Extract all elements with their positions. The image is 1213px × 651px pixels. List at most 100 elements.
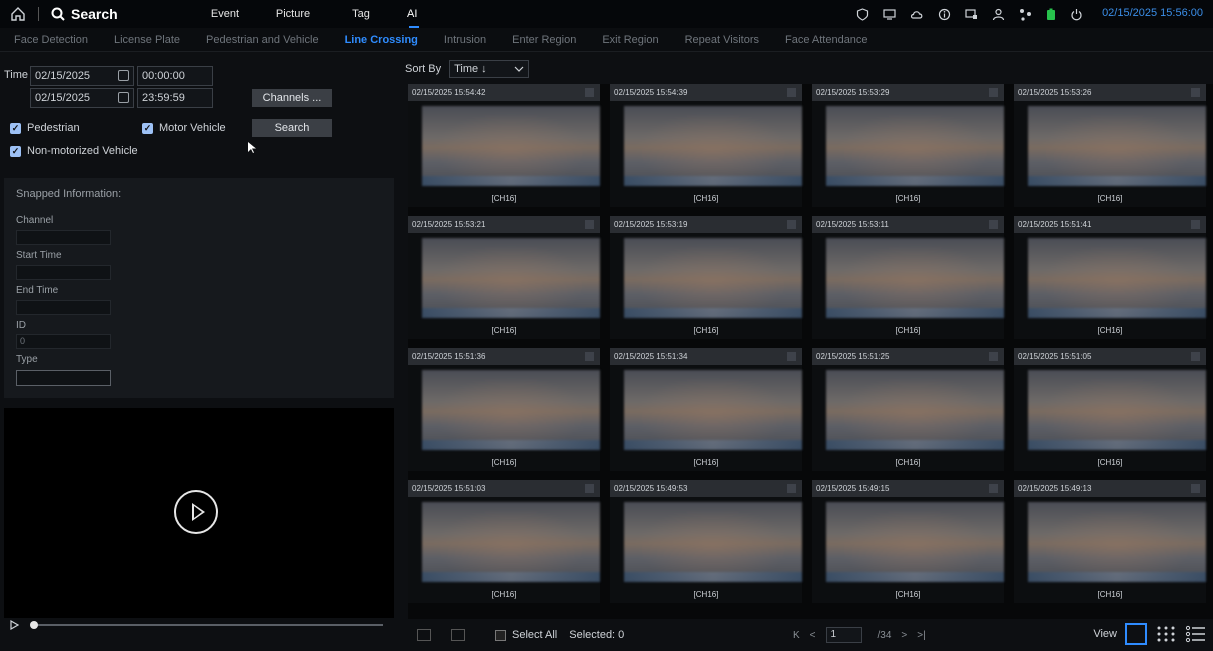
tab-picture[interactable]: Picture [259,8,327,20]
snapshot-card[interactable]: 02/15/2025 15:51:03 [CH16] [408,480,600,603]
snapshot-card[interactable]: 02/15/2025 15:53:21 [CH16] [408,216,600,339]
snapshot-card[interactable]: 02/15/2025 15:54:42 [CH16] [408,84,600,207]
info-icon[interactable] [938,8,951,21]
calendar-icon[interactable] [118,92,129,103]
play-icon[interactable] [174,490,218,534]
snapshot-image[interactable] [422,370,600,450]
snapshot-image[interactable] [826,502,1004,582]
snapshot-checkbox[interactable] [1191,88,1200,97]
snapshot-card[interactable]: 02/15/2025 15:49:53 [CH16] [610,480,802,603]
tab-face-detection[interactable]: Face Detection [14,34,88,46]
snapshot-image[interactable] [1028,106,1206,186]
view-grid-large-icon[interactable] [1125,623,1147,645]
snapshot-card[interactable]: 02/15/2025 15:54:39 [CH16] [610,84,802,207]
last-page-icon[interactable]: >| [917,630,925,641]
snapshot-image[interactable] [826,106,1004,186]
snapshot-card[interactable]: 02/15/2025 15:51:25 [CH16] [812,348,1004,471]
snapshot-image[interactable] [422,502,600,582]
non-motorized-checkbox[interactable]: ✓ Non-motorized Vehicle [10,145,138,157]
snapshot-checkbox[interactable] [585,484,594,493]
monitor-icon[interactable] [883,8,896,21]
end-time-field[interactable]: 23:59:59 [137,88,213,108]
network-icon[interactable] [1019,8,1032,21]
start-time-field[interactable]: 00:00:00 [137,66,213,86]
snapshot-card[interactable]: 02/15/2025 15:53:29 [CH16] [812,84,1004,207]
snapshot-image[interactable] [624,370,802,450]
snapshot-card[interactable]: 02/15/2025 15:53:11 [CH16] [812,216,1004,339]
first-page-icon[interactable]: K [793,630,800,641]
display-icon[interactable] [965,8,978,21]
snapshot-checkbox[interactable] [989,220,998,229]
snapshot-card[interactable]: 02/15/2025 15:51:36 [CH16] [408,348,600,471]
snapshot-card[interactable]: 02/15/2025 15:51:41 [CH16] [1014,216,1206,339]
tab-event[interactable]: Event [191,8,259,20]
snapshot-checkbox[interactable] [585,220,594,229]
snapshot-card[interactable]: 02/15/2025 15:51:05 [CH16] [1014,348,1206,471]
tab-pedestrian-vehicle[interactable]: Pedestrian and Vehicle [206,34,319,46]
view-grid-small-icon[interactable] [1155,623,1177,645]
snapshot-image[interactable] [422,238,600,318]
snapshot-checkbox[interactable] [787,352,796,361]
snapshot-checkbox[interactable] [787,484,796,493]
tab-license-plate[interactable]: License Plate [114,34,180,46]
search-button[interactable]: Search [252,119,332,137]
snapshot-checkbox[interactable] [989,88,998,97]
snapshot-card[interactable]: 02/15/2025 15:53:26 [CH16] [1014,84,1206,207]
snapshot-image[interactable] [1028,238,1206,318]
save-icon[interactable] [451,629,465,641]
snapshot-checkbox[interactable] [787,220,796,229]
play-small-icon[interactable] [10,620,19,630]
channels-button[interactable]: Channels ... [252,89,332,107]
snapshot-image[interactable] [1028,370,1206,450]
snapshot-checkbox[interactable] [1191,484,1200,493]
snapshot-image[interactable] [826,238,1004,318]
tab-line-crossing[interactable]: Line Crossing [345,34,418,46]
snapshot-image[interactable] [422,106,600,186]
snapshot-image[interactable] [1028,502,1206,582]
tab-ai[interactable]: AI [407,8,437,28]
snapshot-card[interactable]: 02/15/2025 15:51:34 [CH16] [610,348,802,471]
snapshot-card[interactable]: 02/15/2025 15:53:19 [CH16] [610,216,802,339]
snapshot-checkbox[interactable] [989,352,998,361]
motor-vehicle-checkbox[interactable]: ✓ Motor Vehicle [142,122,226,134]
home-button[interactable] [4,0,32,28]
prev-page-icon[interactable]: < [810,630,816,641]
snapshot-checkbox[interactable] [989,484,998,493]
calendar-icon[interactable] [118,70,129,81]
start-date-field[interactable]: 02/15/2025 [30,66,134,86]
next-page-icon[interactable]: > [901,630,907,641]
tab-enter-region[interactable]: Enter Region [512,34,576,46]
tab-repeat-visitors[interactable]: Repeat Visitors [685,34,759,46]
snapshot-card[interactable]: 02/15/2025 15:49:13 [CH16] [1014,480,1206,603]
video-player[interactable] [4,408,394,618]
cloud-icon[interactable] [910,8,924,21]
end-time-label: End Time [16,285,59,296]
end-date-field[interactable]: 02/15/2025 [30,88,134,108]
tab-face-attendance[interactable]: Face Attendance [785,34,868,46]
snapshot-checkbox[interactable] [1191,220,1200,229]
power-icon[interactable] [1070,8,1083,21]
sort-select[interactable]: Time ↓ [449,60,530,78]
snapshot-image[interactable] [624,238,802,318]
page-input[interactable]: 1 [825,627,862,643]
snapshot-checkbox[interactable] [585,352,594,361]
select-all-checkbox[interactable]: Select All [495,629,557,641]
timestamp-text: 02/15/2025 15:51:36 [412,352,486,361]
view-list-icon[interactable] [1185,623,1207,645]
tab-exit-region[interactable]: Exit Region [602,34,658,46]
snapshot-card[interactable]: 02/15/2025 15:49:15 [CH16] [812,480,1004,603]
snapshot-checkbox[interactable] [787,88,796,97]
snapshot-image[interactable] [624,106,802,186]
user-icon[interactable] [992,8,1005,21]
progress-knob[interactable] [30,621,38,629]
tab-tag[interactable]: Tag [327,8,395,20]
shield-icon[interactable] [856,7,869,21]
pedestrian-checkbox[interactable]: ✓ Pedestrian [10,122,80,134]
snapshot-image[interactable] [624,502,802,582]
progress-track[interactable] [33,624,383,626]
export-icon[interactable] [417,629,431,641]
tab-intrusion[interactable]: Intrusion [444,34,486,46]
snapshot-checkbox[interactable] [1191,352,1200,361]
snapshot-image[interactable] [826,370,1004,450]
snapshot-checkbox[interactable] [585,88,594,97]
